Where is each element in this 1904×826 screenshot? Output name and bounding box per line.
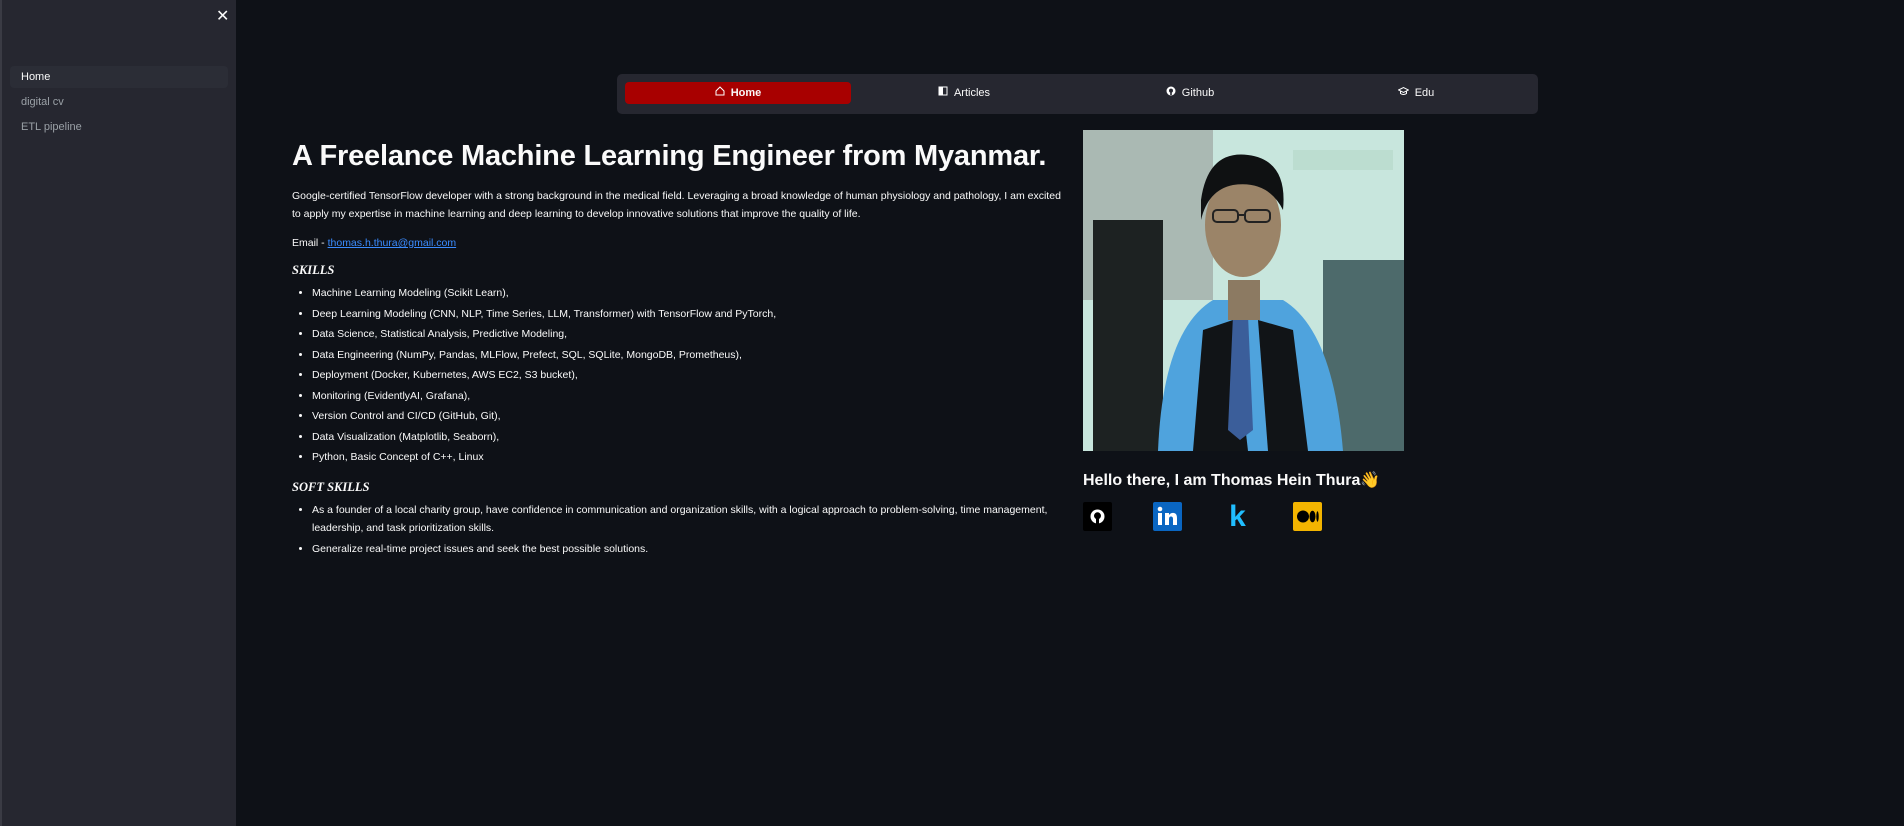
list-item: Data Engineering (NumPy, Pandas, MLFlow,… <box>312 346 1064 364</box>
sidebar: ✕ Home digital cv ETL pipeline <box>0 0 236 826</box>
mortarboard-icon <box>1397 83 1410 105</box>
soft-skills-heading: SOFT SKILLS <box>292 480 370 494</box>
medium-icon[interactable] <box>1293 502 1322 531</box>
tab-github[interactable]: Github <box>1077 82 1303 104</box>
tab-articles-label: Articles <box>953 87 991 99</box>
close-icon[interactable]: ✕ <box>216 6 229 26</box>
greeting: Hello there, I am Thomas Hein Thura👋 <box>1083 472 1381 489</box>
page-title: A Freelance Machine Learning Engineer fr… <box>292 140 1047 172</box>
linkedin-icon[interactable] <box>1153 502 1182 531</box>
sidebar-nav: Home digital cv ETL pipeline <box>10 66 228 141</box>
kaggle-icon[interactable]: k <box>1223 502 1252 532</box>
tab-edu-label: Edu <box>1414 87 1435 99</box>
list-item: Machine Learning Modeling (Scikit Learn)… <box>312 284 1064 302</box>
sidebar-item-home[interactable]: Home <box>10 66 228 88</box>
sidebar-item-digital-cv[interactable]: digital cv <box>10 91 228 113</box>
github-icon[interactable] <box>1083 502 1112 531</box>
skills-heading: SKILLS <box>292 263 335 277</box>
book-icon <box>938 83 948 105</box>
main-content: A Freelance Machine Learning Engineer fr… <box>292 140 1064 560</box>
github-icon <box>1166 83 1176 105</box>
profile-photo <box>1083 130 1404 451</box>
top-navigation: Home Articles Github Edu <box>617 74 1538 114</box>
email-link[interactable]: thomas.h.thura@gmail.com <box>328 237 457 249</box>
tab-edu[interactable]: Edu <box>1303 82 1529 104</box>
tab-home[interactable]: Home <box>625 82 851 104</box>
email-line: Email - thomas.h.thura@gmail.com <box>292 237 1064 249</box>
list-item: Monitoring (EvidentlyAI, Grafana), <box>312 387 1064 405</box>
house-icon <box>715 83 725 105</box>
list-item: Data Visualization (Matplotlib, Seaborn)… <box>312 428 1064 446</box>
tab-home-label: Home <box>730 87 762 99</box>
tab-articles[interactable]: Articles <box>851 82 1077 104</box>
list-item: Generalize real-time project issues and … <box>312 540 1064 558</box>
tab-github-label: Github <box>1181 87 1215 99</box>
intro-paragraph: Google-certified TensorFlow developer wi… <box>292 190 1061 220</box>
list-item: Data Science, Statistical Analysis, Pred… <box>312 325 1064 343</box>
list-item: Deep Learning Modeling (CNN, NLP, Time S… <box>312 305 1064 323</box>
list-item: Deployment (Docker, Kubernetes, AWS EC2,… <box>312 366 1064 384</box>
sidebar-item-etl-pipeline[interactable]: ETL pipeline <box>10 116 228 138</box>
list-item: As a founder of a local charity group, h… <box>312 501 1064 537</box>
list-item: Version Control and CI/CD (GitHub, Git), <box>312 407 1064 425</box>
soft-skills-list: As a founder of a local charity group, h… <box>292 501 1064 558</box>
list-item: Python, Basic Concept of C++, Linux <box>312 448 1064 466</box>
skills-list: Machine Learning Modeling (Scikit Learn)… <box>292 284 1064 466</box>
email-prefix: Email - <box>292 237 328 249</box>
